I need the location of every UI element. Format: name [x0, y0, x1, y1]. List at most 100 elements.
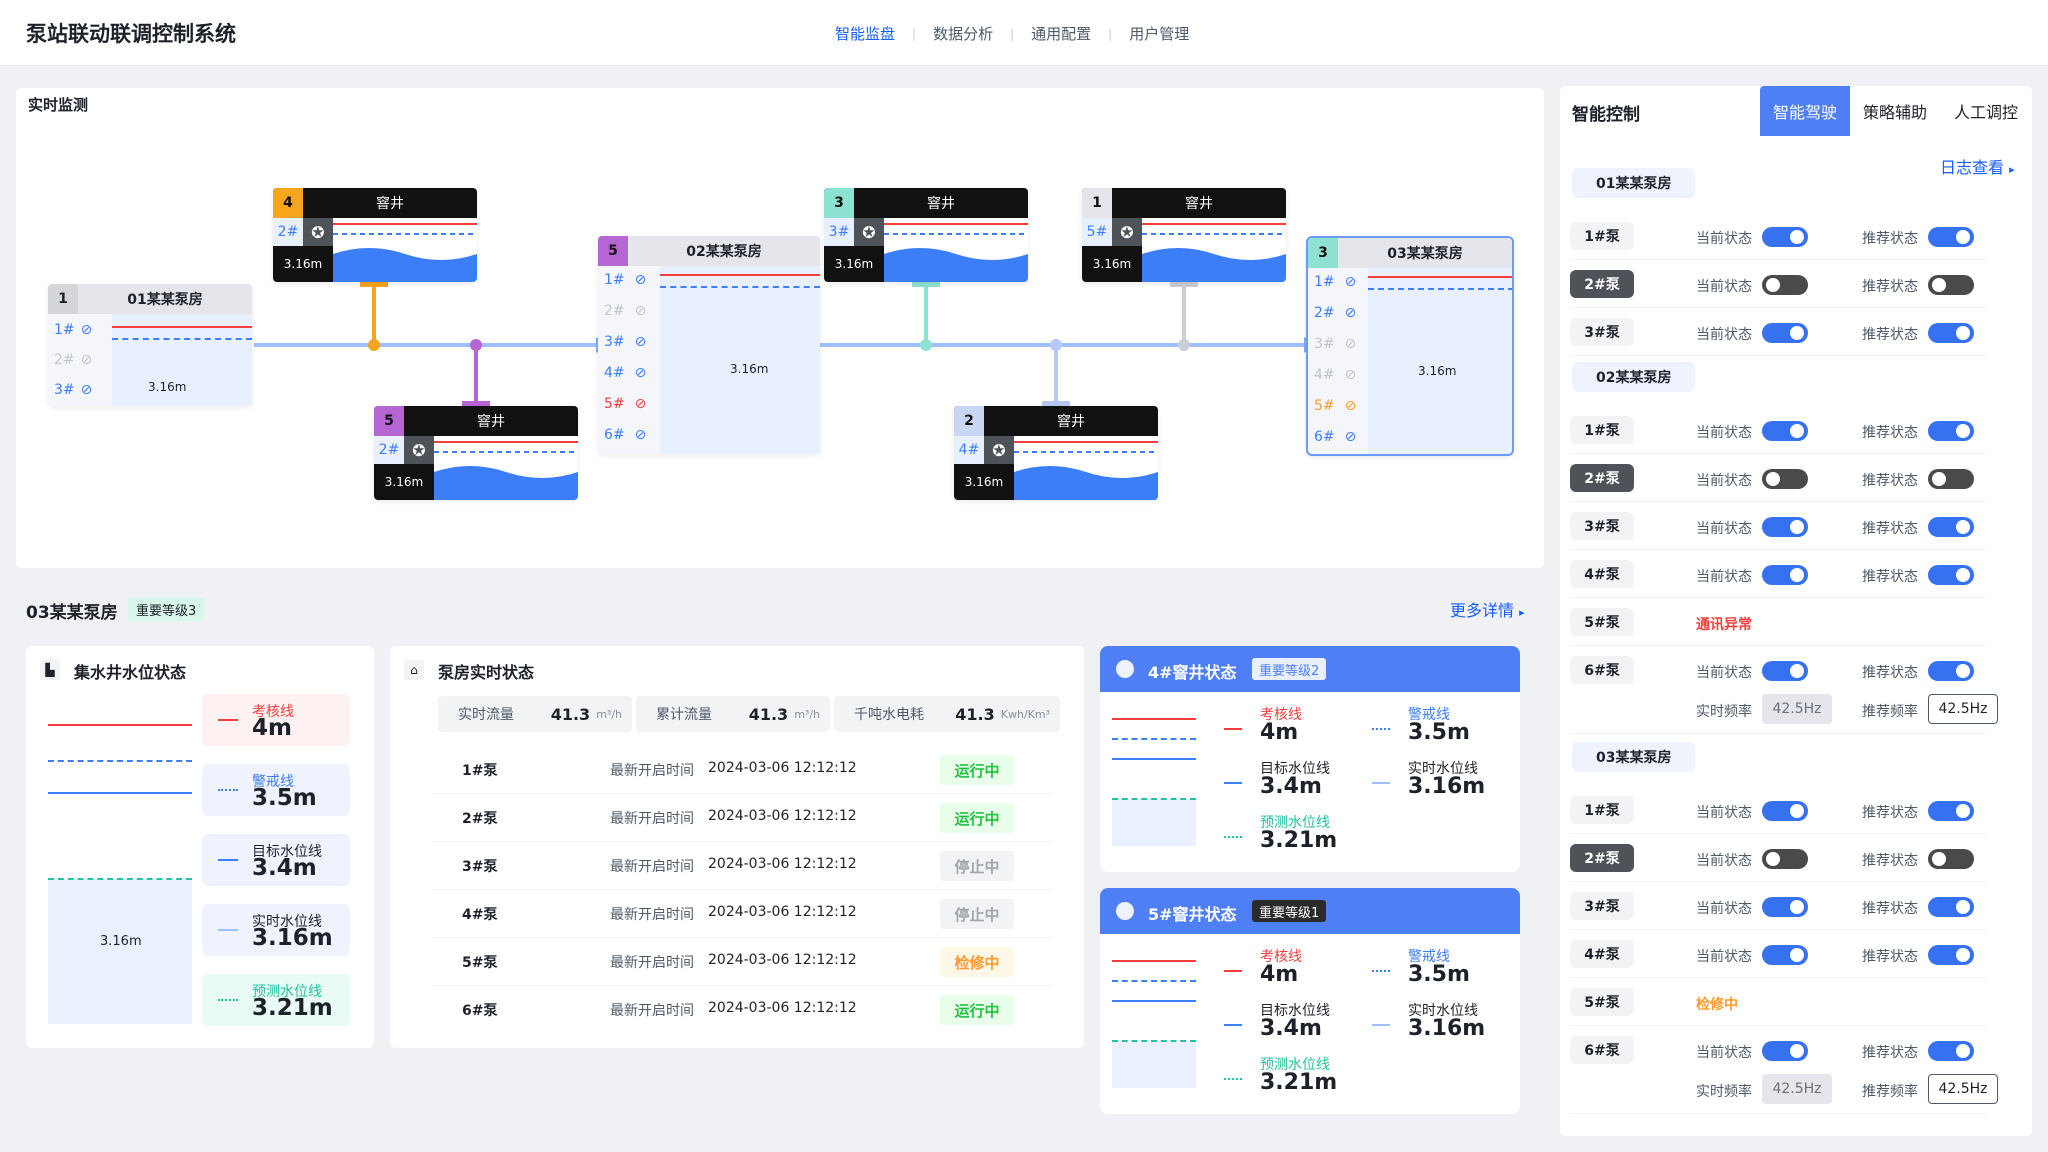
current-state-toggle[interactable] — [1762, 421, 1808, 441]
nav-tab-users[interactable]: 用户管理 — [1129, 23, 1189, 44]
pump-name-pill: 4#泵 — [1570, 560, 1634, 588]
station-pump[interactable]: 5# ⊘ — [604, 396, 646, 412]
well-num: 3 — [824, 188, 854, 218]
station-pump[interactable]: 4# ⊘ — [604, 365, 646, 381]
well-node-2[interactable]: 2 窨井 4# ✪ 3.16m — [954, 406, 1158, 500]
sump-5-header: 5#窨井状态 重要等级1 — [1100, 888, 1520, 934]
exam-line — [48, 724, 192, 726]
current-state-toggle[interactable] — [1762, 1041, 1808, 1061]
current-state-toggle[interactable] — [1762, 469, 1808, 489]
table-row[interactable]: 6#泵 最新开启时间 2024-03-06 12:12:12 运行中 — [432, 986, 1052, 1034]
pump-name-pill: 4#泵 — [1570, 940, 1634, 968]
recommend-state-toggle[interactable] — [1928, 945, 1974, 965]
table-row[interactable]: 4#泵 最新开启时间 2024-03-06 12:12:12 停止中 — [432, 890, 1052, 938]
nav-tab-analysis[interactable]: 数据分析 — [933, 23, 993, 44]
current-state-toggle[interactable] — [1762, 801, 1808, 821]
recommend-state-toggle[interactable] — [1928, 275, 1974, 295]
current-state-toggle[interactable] — [1762, 275, 1808, 295]
legend-actual: 实时水位线 3.16m — [202, 904, 350, 956]
current-state-toggle[interactable] — [1762, 227, 1808, 247]
recommend-state-toggle[interactable] — [1928, 469, 1974, 489]
recommend-state-toggle[interactable] — [1928, 661, 1974, 681]
current-state-toggle[interactable] — [1762, 661, 1808, 681]
pump-table: 1#泵 最新开启时间 2024-03-06 12:12:12 运行中 2#泵 最… — [390, 746, 1084, 1036]
table-row[interactable]: 5#泵 最新开启时间 2024-03-06 12:12:12 检修中 — [432, 938, 1052, 986]
current-state-toggle[interactable] — [1762, 945, 1808, 965]
station-node-02[interactable]: 5 02某某泵房 1# ⊘ 2# ⊘ 3# ⊘ 4# ⊘ 5# ⊘ 6# ⊘ 3.16m — [598, 236, 820, 454]
well-pump-cell: 4# — [954, 436, 984, 464]
control-pump-row: 2#泵 当前状态 推荐状态 — [1560, 260, 2032, 308]
well-node-1[interactable]: 1 窨井 5# ✪ 3.16m — [1082, 188, 1286, 282]
station-pump[interactable]: 4# ⊘ — [1314, 367, 1356, 383]
current-state-toggle[interactable] — [1762, 565, 1808, 585]
freq-recommend-value[interactable]: 42.5Hz — [1928, 694, 1998, 724]
main-nav: 智能监盘 | 数据分析 | 通用配置 | 用户管理 — [835, 23, 1189, 44]
station-pump[interactable]: 5# ⊘ — [1314, 398, 1356, 414]
pump-icon: ⊘ — [1344, 274, 1357, 290]
station-pump[interactable]: 1# ⊘ — [604, 272, 646, 288]
current-state-label: 当前状态 — [1696, 231, 1752, 247]
current-state-toggle[interactable] — [1762, 897, 1808, 917]
nav-tab-config[interactable]: 通用配置 — [1031, 23, 1091, 44]
station-node-03[interactable]: 3 03某某泵房 1# ⊘ 2# ⊘ 3# ⊘ 4# ⊘ 5# ⊘ 6# ⊘ 3.16m — [1306, 236, 1514, 456]
well-node-5[interactable]: 5 窨井 2# ✪ 3.16m — [374, 406, 578, 500]
top-bar: 泵站联动联调控制系统 智能监盘 | 数据分析 | 通用配置 | 用户管理 — [0, 0, 2048, 66]
well-node-3[interactable]: 3 窨井 3# ✪ 3.16m — [824, 188, 1028, 282]
row-divider — [1570, 733, 1986, 734]
control-pump-row: 5#泵 检修中 — [1560, 978, 2032, 1026]
station-pump[interactable]: 6# ⊘ — [604, 427, 646, 443]
recommend-state-toggle[interactable] — [1928, 801, 1974, 821]
status-badge: 检修中 — [940, 947, 1014, 977]
recommend-state-toggle[interactable] — [1928, 1041, 1974, 1061]
station-pump[interactable]: 3# ⊘ — [604, 334, 646, 350]
pump-icon: ⊘ — [634, 427, 647, 443]
importance-badge: 重要等级3 — [128, 597, 205, 621]
control-pump-row: 6#泵 当前状态 推荐状态 实时频率 42.5Hz 推荐频率 42.5Hz — [1560, 646, 2032, 734]
group-label: 01某某泵房 — [1572, 168, 1696, 198]
pump-icon: ⊘ — [80, 382, 93, 398]
recommend-state-toggle[interactable] — [1928, 227, 1974, 247]
current-state-toggle[interactable] — [1762, 323, 1808, 343]
recommend-state-toggle[interactable] — [1928, 517, 1974, 537]
current-state-label: 当前状态 — [1696, 521, 1752, 537]
more-details-link[interactable]: 更多详情 ▸ — [1450, 597, 1525, 621]
station-pump[interactable]: 2# ⊘ — [1314, 305, 1356, 321]
well-num: 2 — [954, 406, 984, 436]
current-state-label: 当前状态 — [1696, 279, 1752, 295]
table-row[interactable]: 1#泵 最新开启时间 2024-03-06 12:12:12 运行中 — [432, 746, 1052, 794]
station-pump[interactable]: 2# ⊘ — [604, 303, 646, 319]
group-label: 02某某泵房 — [1572, 362, 1696, 392]
pump-icon: ✪ — [854, 218, 884, 246]
station-node-01[interactable]: 1 01某某泵房 1# ⊘ 2# ⊘ 3# ⊘ 3.16m — [48, 284, 252, 406]
pump-name-pill: 2#泵 — [1570, 464, 1634, 492]
legend-exam: 考核线 4m — [202, 694, 350, 746]
station-pump[interactable]: 1# ⊘ — [54, 322, 92, 338]
recommend-state-toggle[interactable] — [1928, 323, 1974, 343]
recommend-state-label: 推荐状态 — [1862, 279, 1918, 295]
station-pump[interactable]: 1# ⊘ — [1314, 274, 1356, 290]
station-num: 5 — [598, 236, 628, 266]
station-pump[interactable]: 6# ⊘ — [1314, 429, 1356, 445]
pump-name-pill: 3#泵 — [1570, 512, 1634, 540]
current-state-toggle[interactable] — [1762, 517, 1808, 537]
nav-separator: | — [1108, 26, 1113, 41]
current-state-toggle[interactable] — [1762, 849, 1808, 869]
recommend-state-toggle[interactable] — [1928, 897, 1974, 917]
recommend-state-toggle[interactable] — [1928, 565, 1974, 585]
station-name: 03某某泵房 — [1387, 246, 1463, 262]
freq-current-value: 42.5Hz — [1762, 1074, 1832, 1104]
control-pump-row: 2#泵 当前状态 推荐状态 — [1560, 834, 2032, 882]
recommend-state-toggle[interactable] — [1928, 421, 1974, 441]
station-pump[interactable]: 2# ⊘ — [54, 352, 92, 368]
table-row[interactable]: 2#泵 最新开启时间 2024-03-06 12:12:12 运行中 — [432, 794, 1052, 842]
station-pump[interactable]: 3# ⊘ — [1314, 336, 1356, 352]
well-name: 窨井 — [477, 414, 505, 430]
table-row[interactable]: 3#泵 最新开启时间 2024-03-06 12:12:12 停止中 — [432, 842, 1052, 890]
freq-recommend-value[interactable]: 42.5Hz — [1928, 1074, 1998, 1104]
nav-tab-monitor[interactable]: 智能监盘 — [835, 23, 895, 44]
recommend-state-toggle[interactable] — [1928, 849, 1974, 869]
recommend-state-label: 推荐状态 — [1862, 425, 1918, 441]
kpi-flow: 实时流量 41.3 m³/h — [438, 696, 632, 732]
well-node-4[interactable]: 4 窨井 2# ✪ 3.16m — [273, 188, 477, 282]
station-pump[interactable]: 3# ⊘ — [54, 382, 92, 398]
